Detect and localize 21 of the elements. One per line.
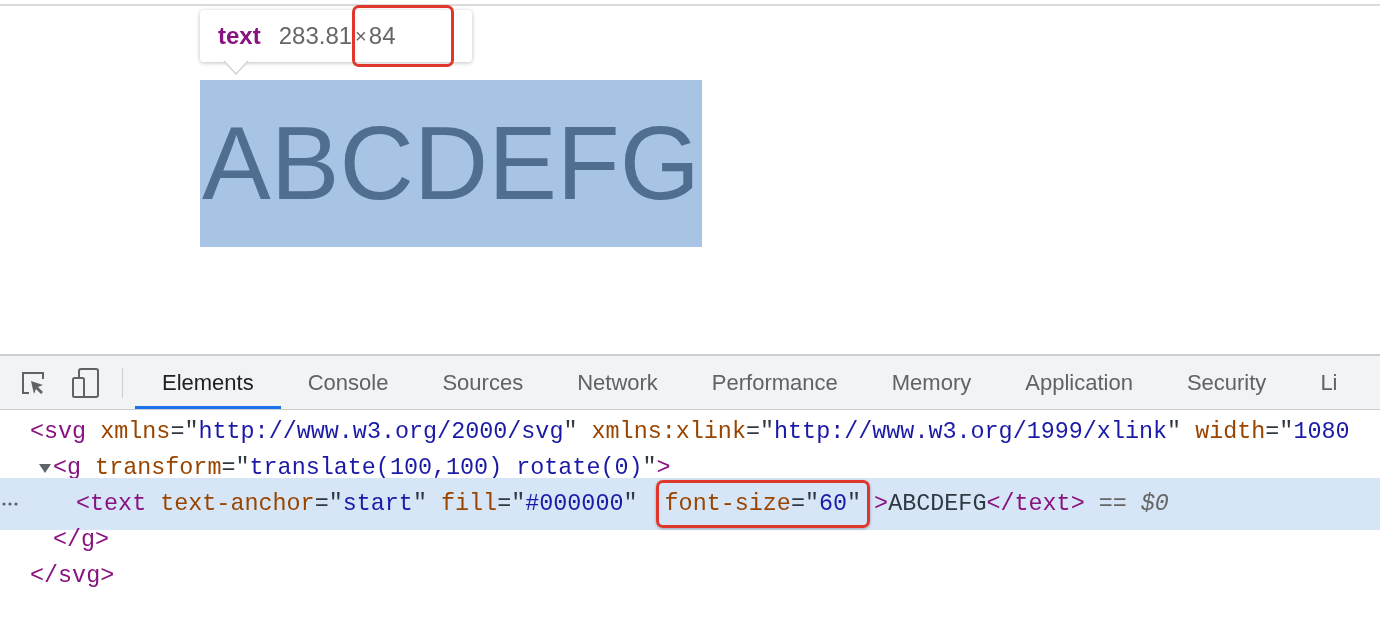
devtools-tab[interactable]: Memory [864,356,999,409]
highlight-box: font-size="60" [655,480,871,528]
device-icon[interactable] [70,366,102,399]
code-text: <svg xmlns="http://www.w3.org/2000/svg" xmlns:xlink="http://www.w3.org/1999/xlink" width="1080 [30,418,1350,447]
devtools-tab[interactable]: Security [1159,356,1294,409]
devtools-tab[interactable]: Application [998,356,1160,409]
tooltip-tag: text [218,22,261,50]
devtools-tab[interactable]: Network [550,356,685,409]
devtools-tab[interactable]: Console [280,356,416,409]
devtools-tab[interactable]: Performance [684,356,865,409]
expanded-triangle-icon[interactable] [39,462,51,474]
highlight-box: ×84 [352,5,455,67]
more-icon[interactable] [2,502,18,506]
devtools-tab[interactable]: Sources [415,356,551,409]
code-text: </svg> [30,562,115,591]
devtools-tab[interactable]: Elements [135,356,281,409]
rendered-text: ABCDEFG [200,80,702,247]
devtools-tab[interactable]: Li [1293,356,1365,409]
code-text: >ABCDEFG</text> == $0 [874,490,1169,519]
tooltip-width: 283.81 [278,22,353,50]
code-text: <text text-anchor="start" fill="#000000" [76,490,639,519]
